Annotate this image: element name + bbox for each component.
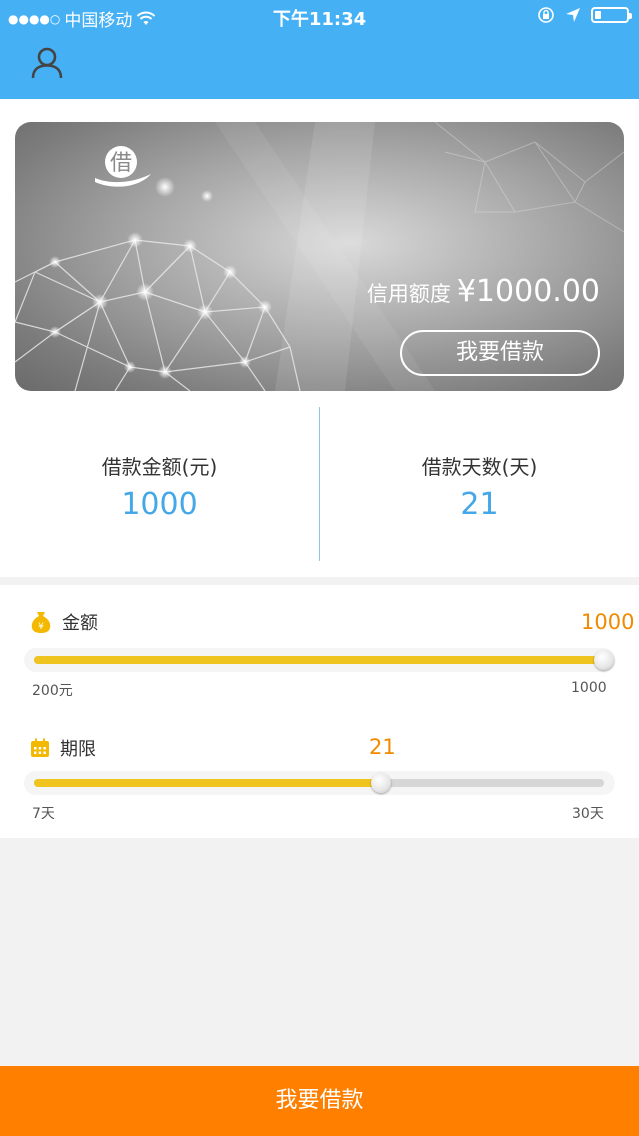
credit-limit-amount: ¥1000.00 [456,274,600,309]
term-slider-value: 21 [368,735,396,759]
summary-amount-label: 借款金额(元) [101,455,218,479]
orientation-lock-icon [538,7,554,23]
summary-amount: 借款金额(元) 1000 [0,407,319,561]
money-bag-icon: ¥ [31,612,51,633]
amount-slider-thumb[interactable] [594,650,614,670]
amount-slider-label: 金额 [62,613,98,634]
credit-limit: 信用额度 ¥1000.00 [367,274,600,309]
term-min-label: 7天 [32,806,55,822]
term-slider[interactable] [34,779,604,787]
amount-slider-title: ¥ 金额 [30,609,98,635]
status-bar: ●●●●○ 中国移动 下午11:34 [0,0,639,32]
user-icon[interactable] [28,44,66,82]
credit-limit-label: 信用额度 [366,282,451,306]
battery-icon [591,7,632,23]
card-borrow-button[interactable]: 我要借款 [400,330,600,376]
amount-slider-fill [34,656,604,664]
borrow-button[interactable]: 我要借款 [0,1066,639,1136]
term-slider-title: 期限 [30,735,96,761]
term-slider-label: 期限 [60,739,96,760]
location-arrow-icon [566,8,580,22]
loan-logo-icon: 借 [95,146,151,187]
status-right [537,6,632,24]
summary-days-value: 21 [460,487,499,522]
amount-max-label: 1000 [571,680,607,696]
svg-text:¥: ¥ [38,622,44,632]
amount-min-label: 200元 [32,683,73,699]
app-header: ●●●●○ 中国移动 下午11:34 [0,0,639,99]
summary-days: 借款天数(天) 21 [320,407,639,561]
summary-amount-value: 1000 [121,487,198,522]
slider-section: ¥ 金额 1000 200元 1000 期限 21 7天 30天 [0,585,639,838]
term-slider-fill [34,779,381,787]
amount-slider[interactable] [34,656,604,664]
calendar-icon [31,738,49,757]
amount-slider-value: 1000 [581,610,635,634]
summary-days-label: 借款天数(天) [421,455,538,479]
term-max-label: 30天 [572,806,604,822]
term-slider-thumb[interactable] [370,773,391,793]
credit-card: 借 信用额度 ¥1000.00 我要借款 [15,122,624,391]
loan-summary: 借款金额(元) 1000 借款天数(天) 21 [0,407,639,561]
card-section: 借 信用额度 ¥1000.00 我要借款 借款金额(元) 1000 借款天数(天)… [0,99,639,577]
logo-char: 借 [110,151,132,176]
